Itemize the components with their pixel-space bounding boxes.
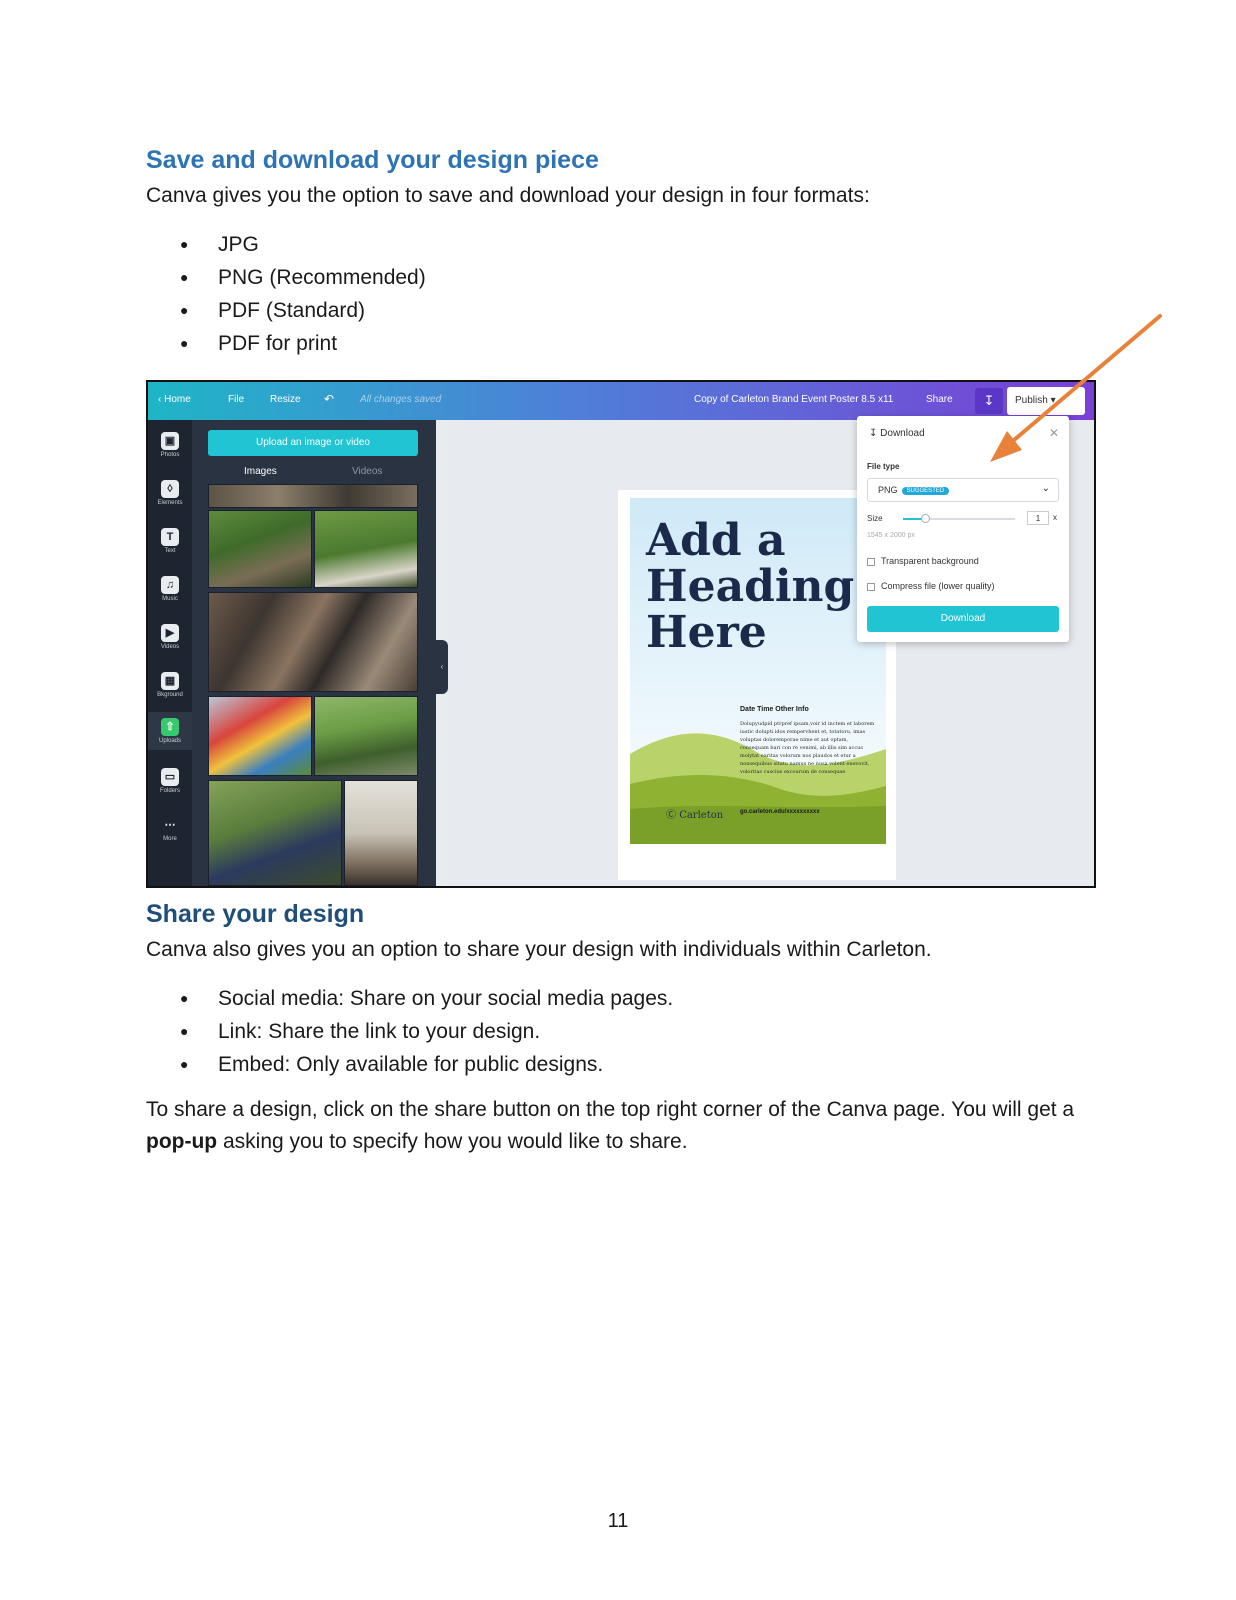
rail-item-folders[interactable]: ▭ Folders (148, 768, 192, 794)
list-item: Embed: Only available for public designs… (146, 1048, 1096, 1081)
download-icon[interactable]: ↧ (975, 388, 1003, 414)
list-item: PDF for print (146, 327, 1096, 360)
poster-brand: Ⓒ Carleton (666, 810, 724, 821)
uploaded-image[interactable] (208, 592, 418, 692)
heading-line: Heading (646, 561, 855, 612)
size-label: Size (867, 514, 883, 523)
share-instructions: To share a design, click on the share bu… (146, 1098, 1075, 1153)
page-number: 11 (607, 1510, 629, 1532)
folder-icon: ▭ (161, 768, 179, 786)
resize-button[interactable]: Resize (270, 394, 301, 405)
uploaded-image[interactable] (208, 696, 312, 776)
poster-page[interactable]: Add a Heading Here Date Time Other Info … (618, 490, 896, 880)
slider-handle[interactable] (921, 514, 930, 523)
tab-images[interactable]: Images (244, 466, 277, 477)
upload-button[interactable]: Upload an image or video (208, 430, 418, 456)
background-icon: ▦ (161, 672, 179, 690)
undo-icon[interactable]: ↶ (324, 392, 334, 406)
size-unit: x (1053, 513, 1057, 522)
size-slider[interactable] (903, 514, 1015, 523)
format-list: JPG PNG (Recommended) PDF (Standard) PDF… (146, 228, 1096, 360)
photo-icon: ▣ (161, 432, 179, 450)
music-icon: ♫ (161, 576, 179, 594)
rail-item-videos[interactable]: ▶ Videos (148, 624, 192, 650)
dimensions: 1545 x 2000 px (867, 532, 915, 539)
download-panel-title: ↧ Download (869, 428, 925, 439)
poster: Add a Heading Here Date Time Other Info … (630, 498, 886, 844)
size-input[interactable]: 1 (1027, 511, 1049, 525)
uploaded-image[interactable] (344, 780, 418, 886)
download-button[interactable]: Download (867, 606, 1059, 632)
rail-item-text[interactable]: T Text (148, 528, 192, 554)
design-title[interactable]: Copy of Carleton Brand Event Poster 8.5 … (694, 394, 893, 405)
poster-heading[interactable]: Add a Heading Here (646, 518, 882, 656)
poster-info-title[interactable]: Date Time Other Info (740, 706, 809, 713)
upload-icon: ⇧ (161, 718, 179, 736)
heading-line: Add a (646, 515, 786, 566)
compress-option[interactable]: Compress file (lower quality) (867, 581, 995, 591)
side-rail: ▣ Photos ◊ Elements T Text ♫ Music ▶ Videos ▦… (148, 420, 192, 886)
heading-line: Here (646, 607, 767, 658)
tab-videos[interactable]: Videos (352, 466, 382, 477)
download-intro: Canva gives you the option to save and d… (146, 184, 870, 207)
shapes-icon: ◊ (161, 480, 179, 498)
chevron-down-icon: ⌄ (1041, 483, 1050, 494)
home-link[interactable]: ‹ Home (158, 394, 191, 405)
rail-item-background[interactable]: ▦ Bkground (148, 672, 192, 698)
close-icon[interactable]: ✕ (1049, 426, 1059, 440)
list-item: PNG (Recommended) (146, 261, 1096, 294)
text-icon: T (161, 528, 179, 546)
uploads-panel: Upload an image or video Images Videos (192, 420, 436, 886)
share-intro: Canva also gives you an option to share … (146, 938, 932, 961)
checkbox[interactable] (867, 582, 875, 591)
download-panel: ↧ Download ✕ File type PNG SUGGESTED ⌄ Si… (857, 416, 1069, 642)
file-type-value: PNG (878, 485, 898, 495)
uploaded-image[interactable] (208, 780, 342, 886)
file-type-select[interactable]: PNG SUGGESTED ⌄ (867, 478, 1059, 502)
list-item: Link: Share the link to your design. (146, 1015, 1096, 1048)
transparent-background-option[interactable]: Transparent background (867, 556, 979, 566)
publish-button[interactable]: Publish ▾ (1007, 387, 1085, 415)
rail-item-photos[interactable]: ▣ Photos (148, 432, 192, 458)
section-heading-share: Share your design (146, 900, 365, 928)
share-options-list: Social media: Share on your social media… (146, 982, 1096, 1081)
rail-item-music[interactable]: ♫ Music (148, 576, 192, 602)
list-item: JPG (146, 228, 1096, 261)
section-heading-download: Save and download your design piece (146, 146, 599, 174)
checkbox[interactable] (867, 557, 875, 566)
collapse-panel-handle[interactable]: ‹ (436, 640, 448, 694)
canva-topbar: ‹ Home File Resize ↶ All changes saved C… (148, 382, 1094, 420)
canva-screenshot: ‹ Home File Resize ↶ All changes saved C… (146, 380, 1096, 888)
uploaded-image[interactable] (314, 510, 418, 588)
uploaded-image[interactable] (208, 510, 312, 588)
list-item: Social media: Share on your social media… (146, 982, 1096, 1015)
rail-item-elements[interactable]: ◊ Elements (148, 480, 192, 506)
uploaded-image[interactable] (314, 696, 418, 776)
more-icon: ⋯ (164, 819, 176, 831)
uploaded-image[interactable] (208, 484, 418, 508)
rail-item-more[interactable]: ⋯ More (148, 816, 192, 842)
suggested-badge: SUGGESTED (901, 486, 950, 495)
poster-body-text[interactable]: Dolupyudpid ptrpref ipsam,voir id inctem… (740, 720, 876, 776)
list-item: PDF (Standard) (146, 294, 1096, 327)
save-status: All changes saved (360, 394, 442, 405)
poster-url[interactable]: go.carleton.edu/xxxxxxxxxx (740, 809, 820, 815)
video-icon: ▶ (161, 624, 179, 642)
file-type-label: File type (867, 462, 900, 471)
share-button[interactable]: Share (926, 394, 953, 405)
file-menu[interactable]: File (228, 394, 244, 405)
rail-item-uploads[interactable]: ⇧ Uploads (148, 712, 192, 750)
